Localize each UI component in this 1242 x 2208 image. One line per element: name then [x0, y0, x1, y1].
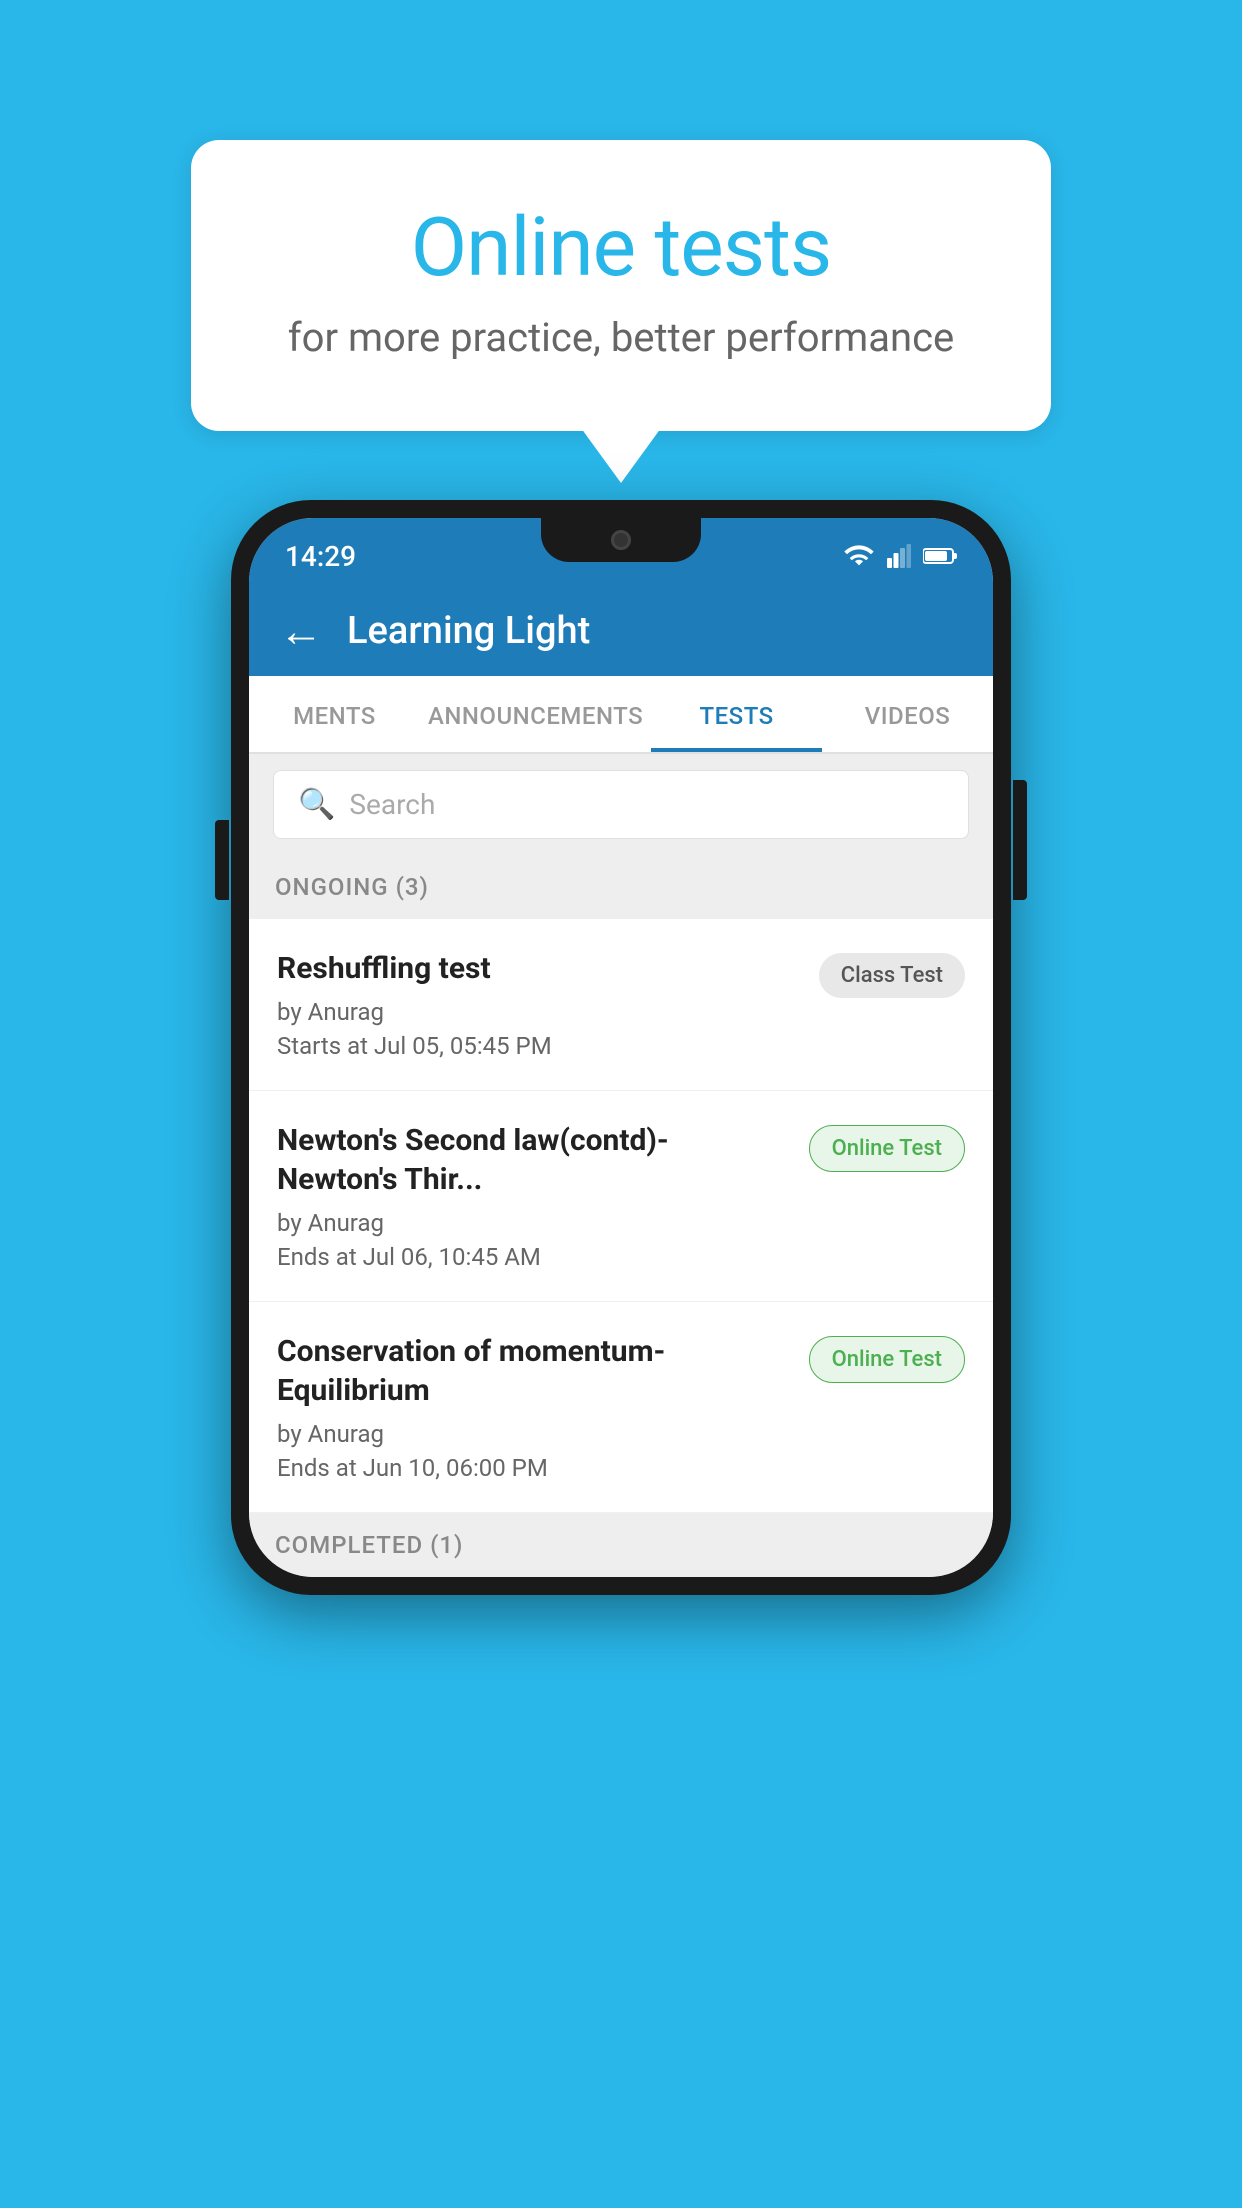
badge-online-test-2: Online Test — [809, 1125, 965, 1172]
tab-videos[interactable]: VIDEOS — [822, 676, 993, 752]
badge-class-test-1: Class Test — [819, 953, 965, 998]
test-list: Reshuffling test by Anurag Starts at Jul… — [249, 919, 993, 1513]
test-name-1: Reshuffling test — [277, 949, 799, 988]
phone-notch — [541, 518, 701, 562]
ongoing-section-header: ONGOING (3) — [249, 855, 993, 919]
test-item-3[interactable]: Conservation of momentum-Equilibrium by … — [249, 1302, 993, 1513]
battery-icon — [923, 544, 957, 568]
test-name-2: Newton's Second law(contd)-Newton's Thir… — [277, 1121, 789, 1199]
tab-ments[interactable]: MENTS — [249, 676, 420, 752]
phone-inner: 14:29 — [249, 518, 993, 1577]
test-info-3: Conservation of momentum-Equilibrium by … — [277, 1332, 809, 1482]
app-bar-title: Learning Light — [347, 609, 590, 653]
test-item-1[interactable]: Reshuffling test by Anurag Starts at Jul… — [249, 919, 993, 1091]
test-by-2: by Anurag — [277, 1209, 789, 1237]
completed-section-header: COMPLETED (1) — [249, 1513, 993, 1577]
ongoing-title: ONGOING (3) — [275, 873, 429, 901]
test-item-2[interactable]: Newton's Second law(contd)-Newton's Thir… — [249, 1091, 993, 1302]
phone-outer: 14:29 — [231, 500, 1011, 1595]
app-bar: ← Learning Light — [249, 586, 993, 676]
speech-bubble-container: Online tests for more practice, better p… — [191, 140, 1051, 431]
test-by-3: by Anurag — [277, 1420, 789, 1448]
search-container: 🔍 Search — [249, 754, 993, 855]
test-info-1: Reshuffling test by Anurag Starts at Jul… — [277, 949, 819, 1060]
test-time-1: Starts at Jul 05, 05:45 PM — [277, 1032, 799, 1060]
bubble-subtitle: for more practice, better performance — [271, 314, 971, 361]
signal-icon — [885, 544, 913, 568]
test-info-2: Newton's Second law(contd)-Newton's Thir… — [277, 1121, 809, 1271]
front-camera — [611, 530, 631, 550]
completed-title: COMPLETED (1) — [275, 1531, 463, 1559]
search-placeholder: Search — [349, 788, 435, 821]
back-button[interactable]: ← — [279, 609, 323, 653]
status-time: 14:29 — [285, 540, 356, 573]
wifi-icon — [843, 544, 875, 568]
status-icons — [843, 544, 957, 568]
test-name-3: Conservation of momentum-Equilibrium — [277, 1332, 789, 1410]
speech-bubble: Online tests for more practice, better p… — [191, 140, 1051, 431]
search-bar[interactable]: 🔍 Search — [273, 770, 969, 839]
tab-tests[interactable]: TESTS — [651, 676, 822, 752]
phone-wrapper: 14:29 — [231, 500, 1011, 1595]
test-by-1: by Anurag — [277, 998, 799, 1026]
tab-announcements[interactable]: ANNOUNCEMENTS — [420, 676, 651, 752]
badge-online-test-3: Online Test — [809, 1336, 965, 1383]
tabs-container: MENTS ANNOUNCEMENTS TESTS VIDEOS — [249, 676, 993, 754]
test-time-2: Ends at Jul 06, 10:45 AM — [277, 1243, 789, 1271]
test-time-3: Ends at Jun 10, 06:00 PM — [277, 1454, 789, 1482]
search-icon: 🔍 — [298, 787, 335, 822]
bubble-title: Online tests — [271, 200, 971, 296]
